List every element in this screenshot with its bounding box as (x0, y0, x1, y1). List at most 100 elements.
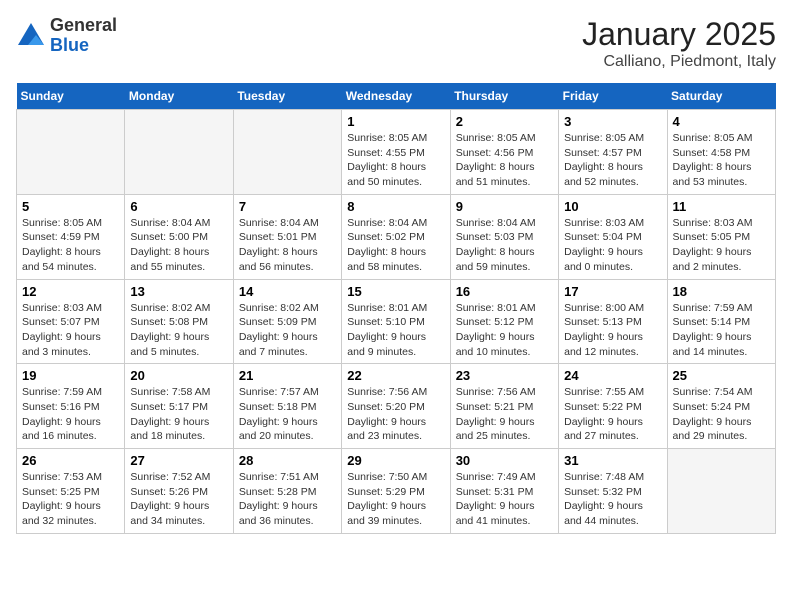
calendar-cell: 21 Sunrise: 7:57 AM Sunset: 5:18 PM Dayli… (233, 364, 341, 449)
weekday-header-row: SundayMondayTuesdayWednesdayThursdayFrid… (17, 83, 776, 110)
calendar-cell (125, 110, 233, 195)
day-number: 24 (564, 368, 661, 383)
day-number: 27 (130, 453, 227, 468)
day-info: Sunrise: 8:02 AM Sunset: 5:09 PM Dayligh… (239, 301, 336, 360)
day-number: 30 (456, 453, 553, 468)
day-number: 8 (347, 199, 444, 214)
calendar-cell: 11 Sunrise: 8:03 AM Sunset: 5:05 PM Dayli… (667, 194, 775, 279)
day-number: 4 (673, 114, 770, 129)
calendar-cell: 1 Sunrise: 8:05 AM Sunset: 4:55 PM Daylig… (342, 110, 450, 195)
day-info: Sunrise: 7:55 AM Sunset: 5:22 PM Dayligh… (564, 385, 661, 444)
day-info: Sunrise: 8:04 AM Sunset: 5:01 PM Dayligh… (239, 216, 336, 275)
day-info: Sunrise: 8:01 AM Sunset: 5:12 PM Dayligh… (456, 301, 553, 360)
day-number: 3 (564, 114, 661, 129)
day-info: Sunrise: 7:50 AM Sunset: 5:29 PM Dayligh… (347, 470, 444, 529)
calendar-cell: 23 Sunrise: 7:56 AM Sunset: 5:21 PM Dayli… (450, 364, 558, 449)
day-info: Sunrise: 7:53 AM Sunset: 5:25 PM Dayligh… (22, 470, 119, 529)
calendar-cell: 18 Sunrise: 7:59 AM Sunset: 5:14 PM Dayli… (667, 279, 775, 364)
calendar-cell: 27Sunrise: 7:52 AM Sunset: 5:26 PM Dayli… (125, 449, 233, 534)
calendar-cell: 24 Sunrise: 7:55 AM Sunset: 5:22 PM Dayli… (559, 364, 667, 449)
weekday-header: Thursday (450, 83, 558, 110)
logo-general: General (50, 16, 117, 36)
day-number: 2 (456, 114, 553, 129)
day-number: 23 (456, 368, 553, 383)
page-header: General Blue January 2025 Calliano, Pied… (16, 16, 776, 71)
calendar-cell: 2 Sunrise: 8:05 AM Sunset: 4:56 PM Daylig… (450, 110, 558, 195)
day-number: 28 (239, 453, 336, 468)
calendar-cell: 5 Sunrise: 8:05 AM Sunset: 4:59 PM Daylig… (17, 194, 125, 279)
day-number: 1 (347, 114, 444, 129)
calendar-cell (233, 110, 341, 195)
calendar-week-row: 19Sunrise: 7:59 AM Sunset: 5:16 PM Dayli… (17, 364, 776, 449)
day-info: Sunrise: 8:00 AM Sunset: 5:13 PM Dayligh… (564, 301, 661, 360)
day-info: Sunrise: 8:05 AM Sunset: 4:59 PM Dayligh… (22, 216, 119, 275)
calendar-cell: 10 Sunrise: 8:03 AM Sunset: 5:04 PM Dayli… (559, 194, 667, 279)
day-info: Sunrise: 7:59 AM Sunset: 5:14 PM Dayligh… (673, 301, 770, 360)
weekday-header: Wednesday (342, 83, 450, 110)
calendar-cell: 17 Sunrise: 8:00 AM Sunset: 5:13 PM Dayli… (559, 279, 667, 364)
calendar-cell: 26 Sunrise: 7:53 AM Sunset: 5:25 PM Dayli… (17, 449, 125, 534)
day-info: Sunrise: 8:04 AM Sunset: 5:03 PM Dayligh… (456, 216, 553, 275)
day-number: 15 (347, 284, 444, 299)
day-number: 25 (673, 368, 770, 383)
day-number: 14 (239, 284, 336, 299)
logo-icon (16, 21, 46, 51)
weekday-header: Sunday (17, 83, 125, 110)
weekday-header: Monday (125, 83, 233, 110)
day-number: 7 (239, 199, 336, 214)
day-number: 18 (673, 284, 770, 299)
calendar-week-row: 5 Sunrise: 8:05 AM Sunset: 4:59 PM Daylig… (17, 194, 776, 279)
day-info: Sunrise: 7:58 AM Sunset: 5:17 PM Dayligh… (130, 385, 227, 444)
calendar-cell: 12 Sunrise: 8:03 AM Sunset: 5:07 PM Dayli… (17, 279, 125, 364)
day-number: 12 (22, 284, 119, 299)
calendar-cell: 6Sunrise: 8:04 AM Sunset: 5:00 PM Daylig… (125, 194, 233, 279)
logo-blue: Blue (50, 36, 117, 56)
day-info: Sunrise: 7:56 AM Sunset: 5:20 PM Dayligh… (347, 385, 444, 444)
day-number: 20 (130, 368, 227, 383)
day-info: Sunrise: 8:03 AM Sunset: 5:05 PM Dayligh… (673, 216, 770, 275)
page-subtitle: Calliano, Piedmont, Italy (582, 53, 776, 71)
day-info: Sunrise: 8:05 AM Sunset: 4:58 PM Dayligh… (673, 131, 770, 190)
calendar-table: SundayMondayTuesdayWednesdayThursdayFrid… (16, 83, 776, 534)
day-number: 13 (130, 284, 227, 299)
logo-text: General Blue (50, 16, 117, 56)
calendar-week-row: 26 Sunrise: 7:53 AM Sunset: 5:25 PM Dayli… (17, 449, 776, 534)
calendar-cell: 4 Sunrise: 8:05 AM Sunset: 4:58 PM Daylig… (667, 110, 775, 195)
day-number: 9 (456, 199, 553, 214)
day-info: Sunrise: 8:04 AM Sunset: 5:02 PM Dayligh… (347, 216, 444, 275)
day-info: Sunrise: 8:03 AM Sunset: 5:04 PM Dayligh… (564, 216, 661, 275)
calendar-cell: 31Sunrise: 7:48 AM Sunset: 5:32 PM Dayli… (559, 449, 667, 534)
day-number: 17 (564, 284, 661, 299)
calendar-cell: 14 Sunrise: 8:02 AM Sunset: 5:09 PM Dayli… (233, 279, 341, 364)
calendar-week-row: 12 Sunrise: 8:03 AM Sunset: 5:07 PM Dayli… (17, 279, 776, 364)
day-info: Sunrise: 8:03 AM Sunset: 5:07 PM Dayligh… (22, 301, 119, 360)
title-block: January 2025 Calliano, Piedmont, Italy (582, 16, 776, 71)
weekday-header: Tuesday (233, 83, 341, 110)
calendar-cell (17, 110, 125, 195)
day-info: Sunrise: 8:05 AM Sunset: 4:56 PM Dayligh… (456, 131, 553, 190)
day-number: 10 (564, 199, 661, 214)
day-number: 26 (22, 453, 119, 468)
day-info: Sunrise: 7:56 AM Sunset: 5:21 PM Dayligh… (456, 385, 553, 444)
calendar-cell: 7 Sunrise: 8:04 AM Sunset: 5:01 PM Daylig… (233, 194, 341, 279)
calendar-cell: 15 Sunrise: 8:01 AM Sunset: 5:10 PM Dayli… (342, 279, 450, 364)
day-info: Sunrise: 7:57 AM Sunset: 5:18 PM Dayligh… (239, 385, 336, 444)
day-info: Sunrise: 7:54 AM Sunset: 5:24 PM Dayligh… (673, 385, 770, 444)
day-info: Sunrise: 8:02 AM Sunset: 5:08 PM Dayligh… (130, 301, 227, 360)
day-info: Sunrise: 8:01 AM Sunset: 5:10 PM Dayligh… (347, 301, 444, 360)
weekday-header: Saturday (667, 83, 775, 110)
day-number: 16 (456, 284, 553, 299)
day-number: 11 (673, 199, 770, 214)
day-info: Sunrise: 8:04 AM Sunset: 5:00 PM Dayligh… (130, 216, 227, 275)
calendar-cell: 8 Sunrise: 8:04 AM Sunset: 5:02 PM Daylig… (342, 194, 450, 279)
calendar-cell: 25 Sunrise: 7:54 AM Sunset: 5:24 PM Dayli… (667, 364, 775, 449)
calendar-week-row: 1 Sunrise: 8:05 AM Sunset: 4:55 PM Daylig… (17, 110, 776, 195)
calendar-cell: 13 Sunrise: 8:02 AM Sunset: 5:08 PM Dayli… (125, 279, 233, 364)
day-number: 5 (22, 199, 119, 214)
calendar-cell: 20 Sunrise: 7:58 AM Sunset: 5:17 PM Dayli… (125, 364, 233, 449)
day-info: Sunrise: 8:05 AM Sunset: 4:57 PM Dayligh… (564, 131, 661, 190)
calendar-cell: 28 Sunrise: 7:51 AM Sunset: 5:28 PM Dayli… (233, 449, 341, 534)
day-info: Sunrise: 8:05 AM Sunset: 4:55 PM Dayligh… (347, 131, 444, 190)
day-number: 21 (239, 368, 336, 383)
day-info: Sunrise: 7:51 AM Sunset: 5:28 PM Dayligh… (239, 470, 336, 529)
